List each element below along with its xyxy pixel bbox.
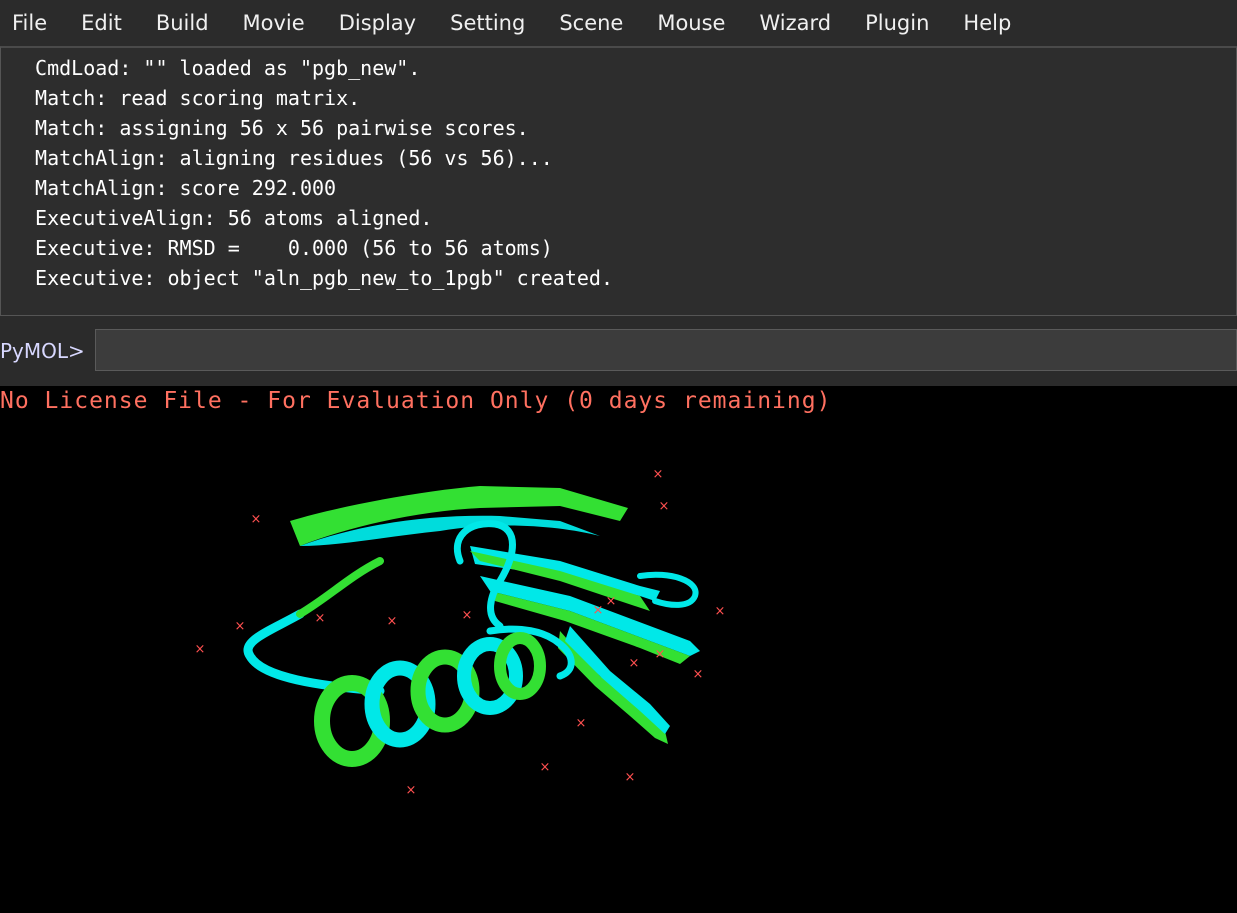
console-line: MatchAlign: aligning residues (56 vs 56)… <box>23 146 553 170</box>
water-marker: × <box>653 467 664 482</box>
console-line: Match: assigning 56 x 56 pairwise scores… <box>23 116 529 140</box>
water-marker: × <box>406 783 417 798</box>
menu-build[interactable]: Build <box>139 0 226 46</box>
menu-plugin[interactable]: Plugin <box>848 0 946 46</box>
water-marker: × <box>195 642 206 657</box>
command-row: PyMOL> <box>0 316 1237 386</box>
3d-viewer[interactable]: × × × × × × × × × × × × × × × × × × No L… <box>0 386 1237 913</box>
console-line: CmdLoad: "" loaded as "pgb_new". <box>23 56 421 80</box>
output-console[interactable]: CmdLoad: "" loaded as "pgb_new". Match: … <box>0 46 1237 316</box>
menu-movie[interactable]: Movie <box>226 0 322 46</box>
command-prompt-label: PyMOL> <box>0 339 85 363</box>
menu-edit[interactable]: Edit <box>64 0 139 46</box>
alpha-helix <box>314 632 546 767</box>
water-marker: × <box>693 667 704 682</box>
water-marker: × <box>606 594 617 609</box>
water-marker: × <box>576 716 587 731</box>
pymol-window: File Edit Build Movie Display Setting Sc… <box>0 0 1237 913</box>
water-marker: × <box>629 656 640 671</box>
console-line: MatchAlign: score 292.000 <box>23 176 337 200</box>
command-input[interactable] <box>95 329 1237 371</box>
molecule-scene[interactable]: × × × × × × × × × × × × × × × × × × <box>0 386 1237 913</box>
console-line: Executive: object "aln_pgb_new_to_1pgb" … <box>23 266 614 290</box>
console-log: CmdLoad: "" loaded as "pgb_new". Match: … <box>23 53 613 293</box>
menu-help[interactable]: Help <box>946 0 1028 46</box>
water-marker: × <box>387 614 398 629</box>
menu-scene[interactable]: Scene <box>542 0 640 46</box>
water-marker: × <box>540 760 551 775</box>
console-line: Executive: RMSD = 0.000 (56 to 56 atoms) <box>23 236 553 260</box>
water-marker: × <box>625 770 636 785</box>
menu-bar: File Edit Build Movie Display Setting Sc… <box>0 0 1237 46</box>
menu-setting[interactable]: Setting <box>433 0 542 46</box>
water-marker: × <box>715 604 726 619</box>
water-marker: × <box>315 611 326 626</box>
loop <box>296 557 384 618</box>
menu-display[interactable]: Display <box>322 0 433 46</box>
water-marker: × <box>659 499 670 514</box>
water-marker: × <box>655 647 666 662</box>
console-line: ExecutiveAlign: 56 atoms aligned. <box>23 206 433 230</box>
water-marker: × <box>593 603 604 618</box>
license-warning: No License File - For Evaluation Only (0… <box>0 388 832 414</box>
menu-wizard[interactable]: Wizard <box>742 0 848 46</box>
water-marker: × <box>235 619 246 634</box>
water-marker: × <box>462 608 473 623</box>
water-marker: × <box>251 512 262 527</box>
menu-file[interactable]: File <box>0 0 64 46</box>
menu-mouse[interactable]: Mouse <box>640 0 742 46</box>
console-line: Match: read scoring matrix. <box>23 86 361 110</box>
